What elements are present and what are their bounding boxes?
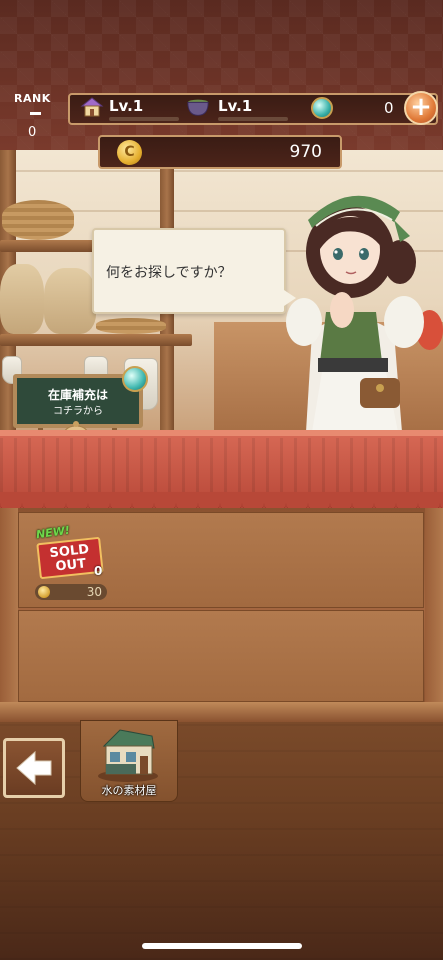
- rank-label: RANK: [14, 92, 51, 105]
- add-gem-button[interactable]: +: [404, 91, 438, 125]
- shop-house-icon[interactable]: [80, 96, 104, 118]
- restock-gem-icon: [122, 366, 148, 392]
- top-wallpaper: [0, 0, 443, 150]
- stock-count: 0: [94, 564, 103, 578]
- wicker-basket: [2, 200, 74, 240]
- counter-side: [0, 508, 18, 708]
- wooden-shelf: [0, 334, 192, 346]
- cauldron-level: Lv.1: [218, 97, 253, 115]
- gem-icon: [311, 97, 333, 119]
- shop-xp-bar: [109, 117, 179, 121]
- rank-value: 0: [28, 125, 37, 140]
- shop-building-icon: [98, 729, 158, 782]
- gem-count: 0: [384, 99, 394, 117]
- coin-icon: C: [117, 140, 142, 165]
- cauldron-icon[interactable]: [186, 96, 210, 118]
- cauldron-xp-bar: [218, 117, 288, 121]
- shopkeeper-character: [286, 195, 424, 432]
- counter-ledge: [0, 702, 443, 722]
- awning-trim: [0, 430, 443, 436]
- wicker-basket: [96, 318, 166, 334]
- left-arrow-icon: [16, 750, 52, 786]
- grain-sack: [44, 268, 96, 334]
- wall-plank: [0, 170, 443, 172]
- wooden-shelf: [0, 240, 96, 252]
- coin-value: 970: [289, 142, 322, 162]
- rank-progress-dash: [30, 112, 41, 115]
- speech-text: 何をお探しですか？: [106, 265, 232, 281]
- restock-sign-subtitle: コチラから: [53, 406, 103, 417]
- shop-level: Lv.1: [109, 97, 144, 115]
- item-price: 30: [86, 585, 102, 599]
- floor-grain: [0, 722, 443, 960]
- price-coin-icon: [38, 586, 50, 598]
- sold-out-line2: OUT: [54, 556, 87, 575]
- restock-sign-title: 在庫補充は: [47, 388, 108, 402]
- shop-tab-label: 水の素材屋: [101, 784, 157, 797]
- speech-bubble-tail: [284, 290, 296, 306]
- counter-side: [425, 508, 443, 708]
- grain-sack: [0, 264, 44, 334]
- shelf-row-2: [18, 610, 424, 702]
- home-indicator[interactable]: [142, 943, 302, 949]
